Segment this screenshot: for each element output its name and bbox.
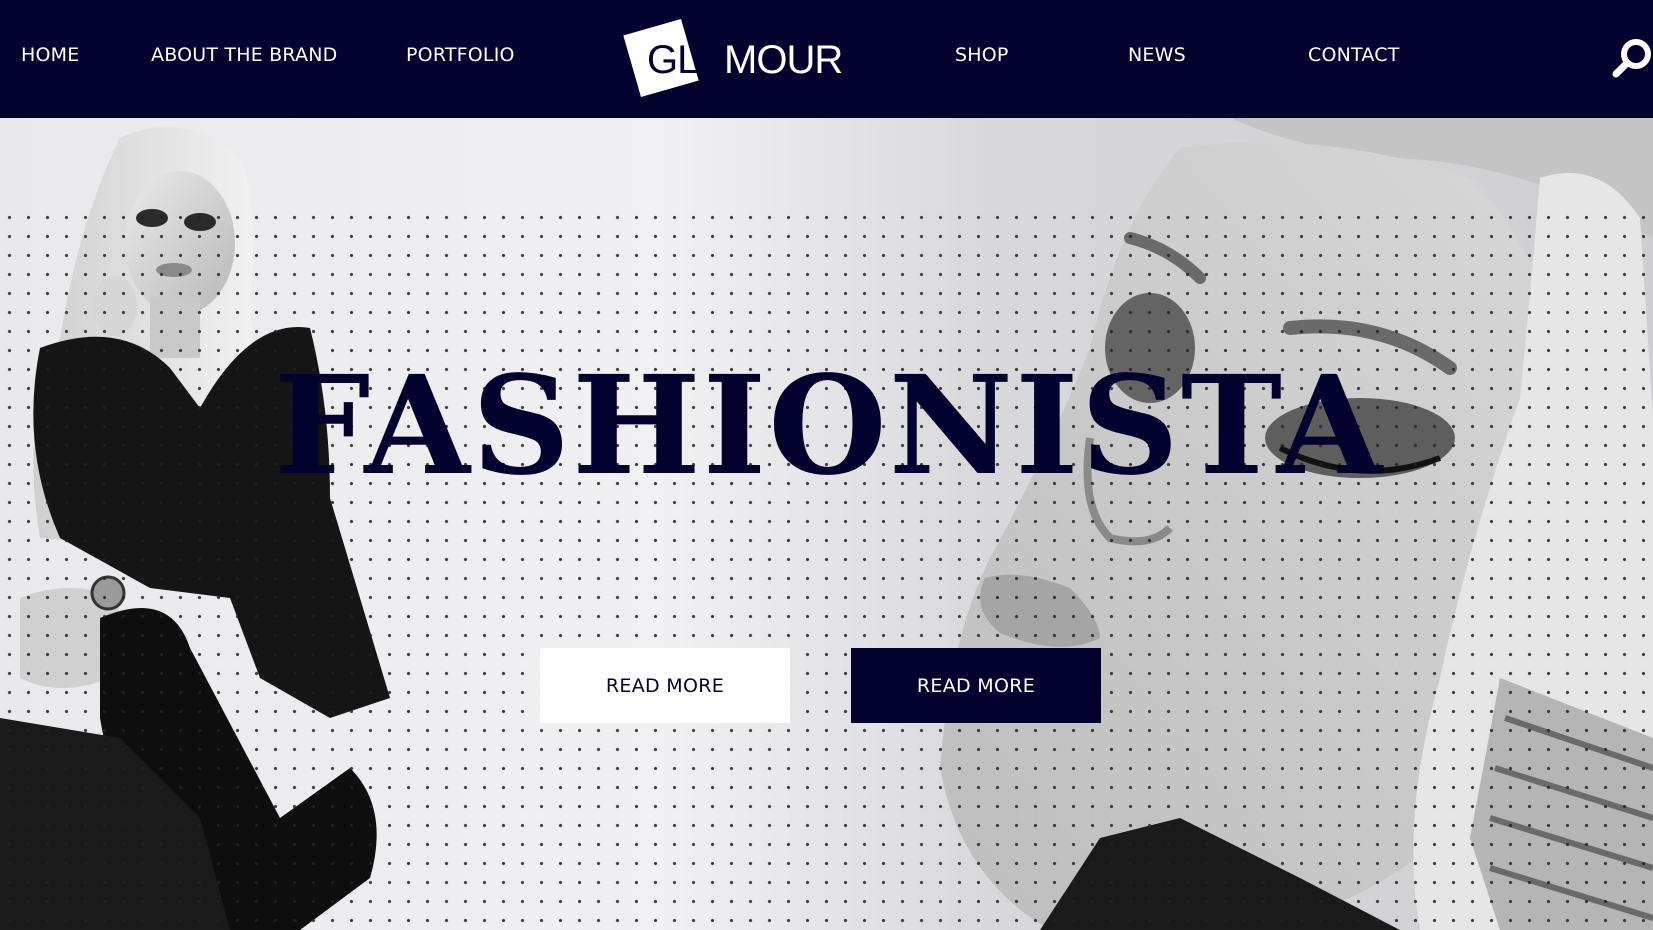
nav-about-link[interactable]: ABOUT THE BRAND bbox=[151, 44, 337, 66]
nav-home-link[interactable]: HOME bbox=[21, 44, 79, 66]
nav-shop-link[interactable]: SHOP bbox=[955, 44, 1009, 66]
hero-headline: FASHIONISTA bbox=[273, 346, 1385, 506]
logo-wordmark: GLAMOUR bbox=[647, 38, 843, 82]
nav-portfolio-link[interactable]: PORTFOLIO bbox=[406, 44, 515, 66]
hero-section: FASHIONISTA READ MORE READ MORE bbox=[0, 118, 1653, 930]
glamour-logo[interactable]: GLAMOUR bbox=[623, 16, 843, 98]
read-more-button-dark[interactable]: READ MORE bbox=[851, 648, 1101, 723]
read-more-button-light[interactable]: READ MORE bbox=[540, 648, 790, 723]
search-icon[interactable] bbox=[1612, 36, 1653, 80]
top-navbar: HOME ABOUT THE BRAND PORTFOLIO GLAMOUR S… bbox=[0, 0, 1653, 118]
dot-pattern-overlay bbox=[0, 208, 1653, 930]
nav-news-link[interactable]: NEWS bbox=[1128, 44, 1186, 66]
nav-contact-link[interactable]: CONTACT bbox=[1308, 44, 1400, 66]
